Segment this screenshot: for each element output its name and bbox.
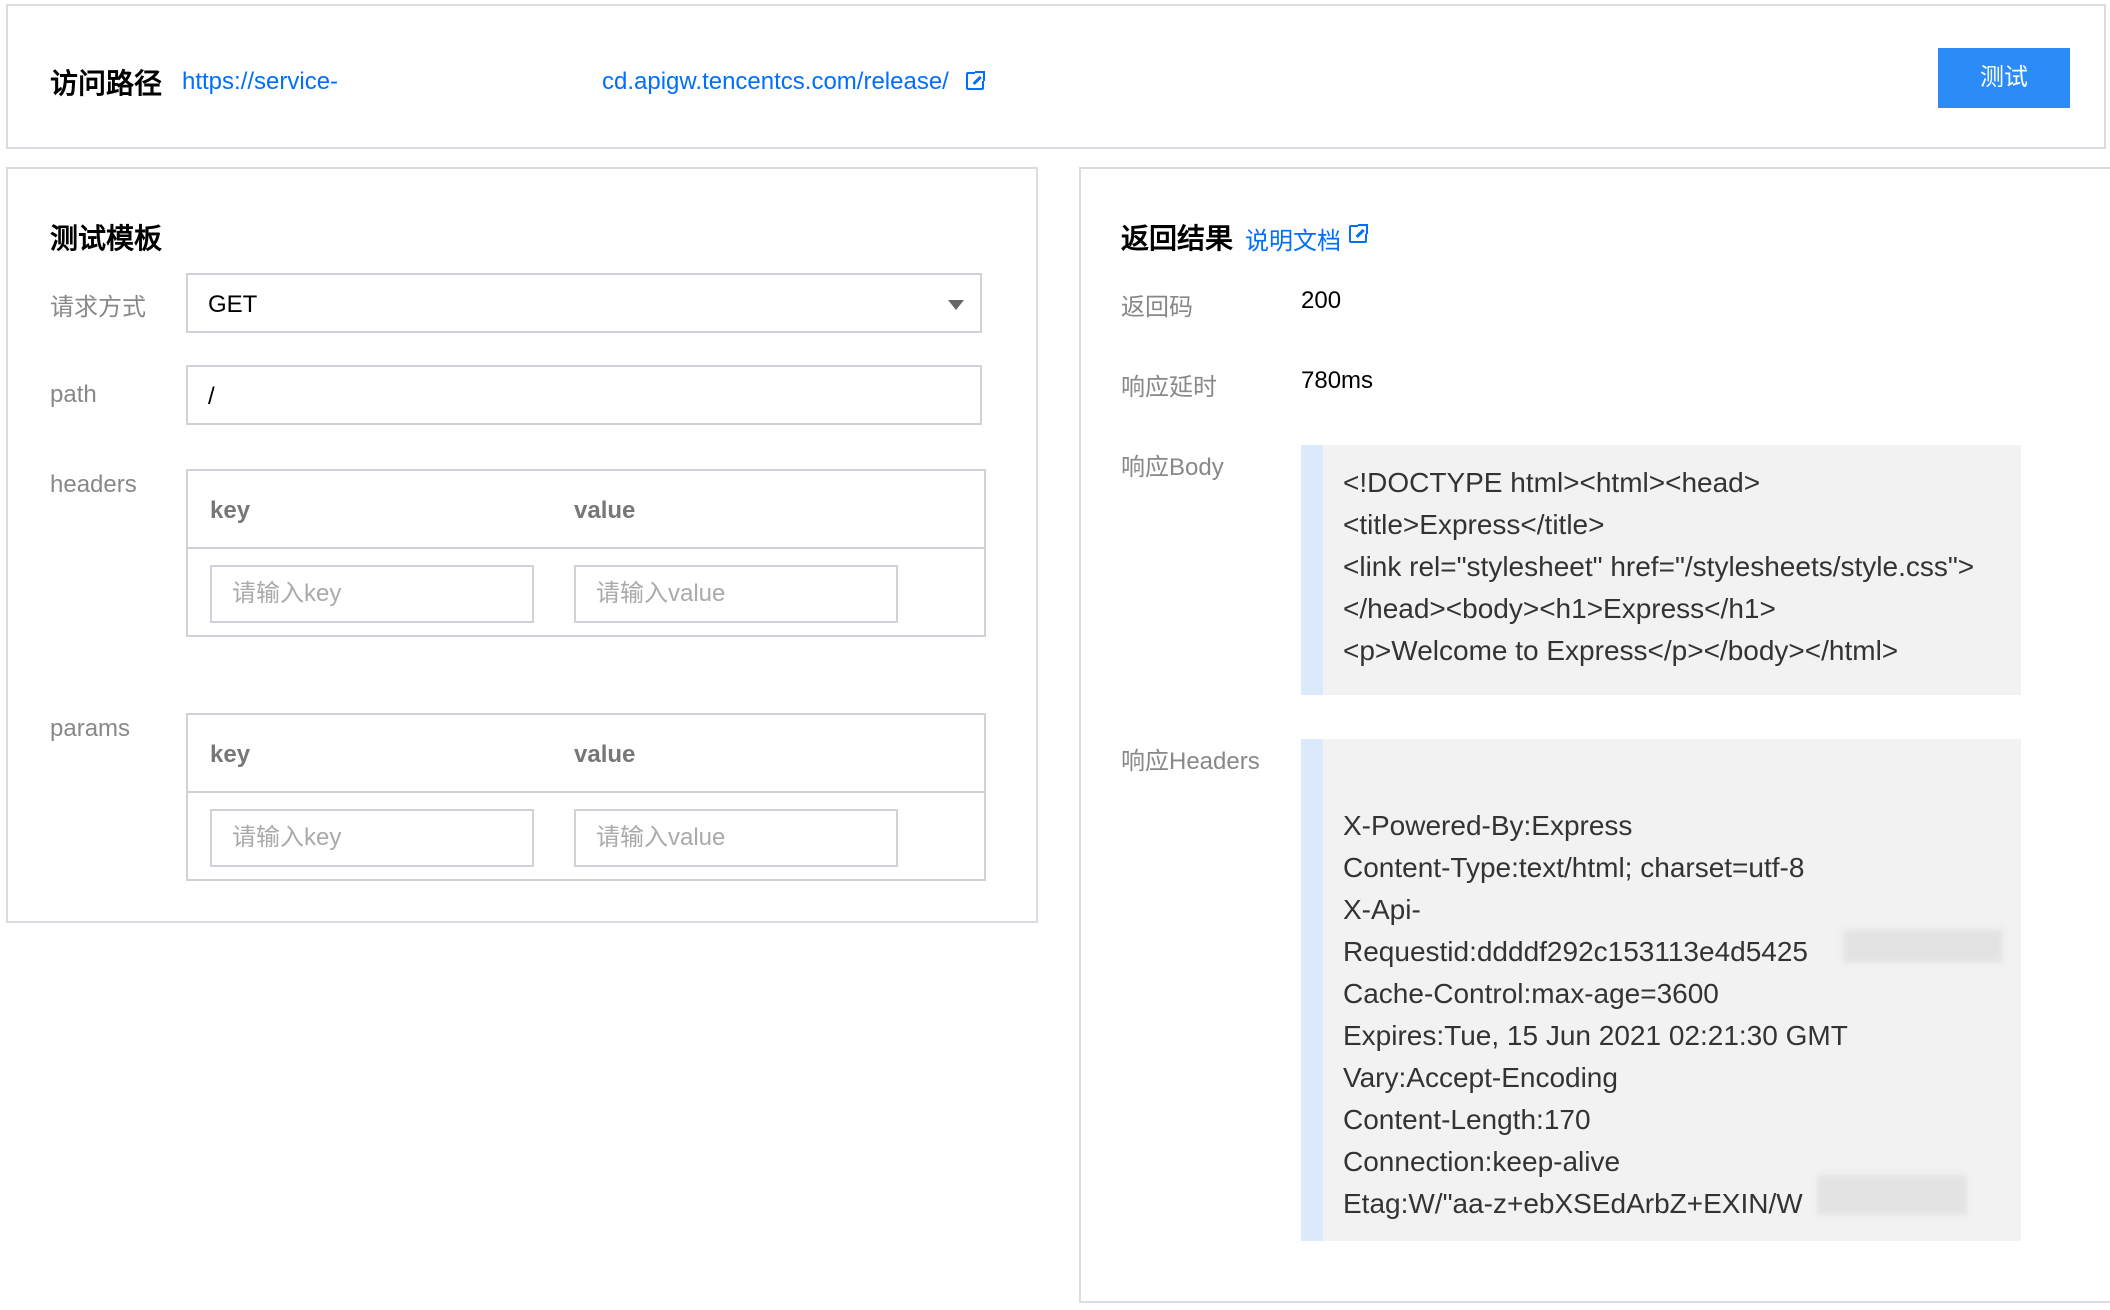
method-select[interactable]: GET bbox=[186, 273, 982, 333]
latency-label: 响应延时 bbox=[1121, 374, 1217, 401]
result-panel: 返回结果 说明文档 返回码 200 响应延时 780ms 响应Body <!DO… bbox=[1079, 167, 2110, 1303]
header-line: Cache-Control:max-age=3600 bbox=[1343, 978, 1719, 1009]
external-link-icon[interactable] bbox=[966, 71, 985, 90]
response-headers-label: 响应Headers bbox=[1121, 748, 1260, 775]
latency-value: 780ms bbox=[1301, 367, 1374, 394]
params-key-column: key bbox=[210, 741, 251, 768]
headers-key-column: key bbox=[210, 497, 251, 524]
headers-label: headers bbox=[50, 471, 137, 498]
header-line: Content-Length:170 bbox=[1343, 1104, 1591, 1135]
params-key-input[interactable]: 请输入key bbox=[210, 809, 534, 867]
headers-value-column: value bbox=[574, 497, 636, 524]
response-body-label: 响应Body bbox=[1121, 454, 1224, 481]
body-line: <link rel="stylesheet" href="/stylesheet… bbox=[1343, 551, 1975, 582]
path-label: path bbox=[50, 381, 97, 408]
response-headers-block: X-Powered-By:Express Content-Type:text/h… bbox=[1301, 739, 2021, 1241]
params-value-column: value bbox=[574, 741, 636, 768]
header-line: X-Powered-By:Express bbox=[1343, 810, 1633, 841]
status-code-label: 返回码 bbox=[1121, 294, 1193, 321]
method-label: 请求方式 bbox=[50, 294, 146, 321]
params-table: key value 请输入key 请输入value bbox=[186, 713, 986, 881]
test-button[interactable]: 测试 bbox=[1938, 48, 2070, 108]
headers-key-input[interactable]: 请输入key bbox=[210, 565, 534, 623]
status-code-value: 200 bbox=[1301, 287, 1342, 314]
access-path-panel: 访问路径 https://service- cd.apigw.tencentcs… bbox=[6, 4, 2106, 149]
body-line: <!DOCTYPE html><html><head> bbox=[1343, 467, 1761, 498]
params-label: params bbox=[50, 715, 131, 742]
header-line: Content-Type:text/html; charset=utf-8 bbox=[1343, 852, 1805, 883]
redacted-requestid bbox=[1843, 929, 2003, 963]
body-line: <p>Welcome to Express</p></body></html> bbox=[1343, 635, 1899, 666]
path-input[interactable]: / bbox=[186, 365, 982, 425]
header-line: Vary:Accept-Encoding bbox=[1343, 1062, 1618, 1093]
redacted-etag bbox=[1817, 1175, 1967, 1215]
access-url-prefix[interactable]: https://service- bbox=[182, 68, 338, 96]
access-url-suffix[interactable]: cd.apigw.tencentcs.com/release/ bbox=[602, 68, 949, 96]
headers-table-header: key value bbox=[188, 471, 984, 549]
body-line: </head><body><h1>Express</h1> bbox=[1343, 593, 1776, 624]
method-value: GET bbox=[208, 291, 258, 318]
dropdown-caret-icon bbox=[948, 300, 964, 310]
header-line: X-Api- bbox=[1343, 894, 1421, 925]
template-title: 测试模板 bbox=[50, 223, 163, 254]
header-line: Expires:Tue, 15 Jun 2021 02:21:30 GMT bbox=[1343, 1020, 1848, 1051]
body-line: <title>Express</title> bbox=[1343, 509, 1605, 540]
response-body-block: <!DOCTYPE html><html><head> <title>Expre… bbox=[1301, 445, 2021, 695]
test-template-panel: 测试模板 请求方式 GET path / headers key value 请… bbox=[6, 167, 1038, 923]
params-table-header: key value bbox=[188, 715, 984, 793]
doc-link[interactable]: 说明文档 bbox=[1245, 221, 1341, 256]
doc-external-link-icon[interactable] bbox=[1349, 224, 1368, 243]
headers-value-input[interactable]: 请输入value bbox=[574, 565, 898, 623]
access-path-title: 访问路径 bbox=[50, 68, 163, 99]
headers-table: key value 请输入key 请输入value bbox=[186, 469, 986, 637]
params-value-input[interactable]: 请输入value bbox=[574, 809, 898, 867]
result-title: 返回结果 bbox=[1121, 223, 1234, 254]
path-value: / bbox=[208, 383, 215, 410]
